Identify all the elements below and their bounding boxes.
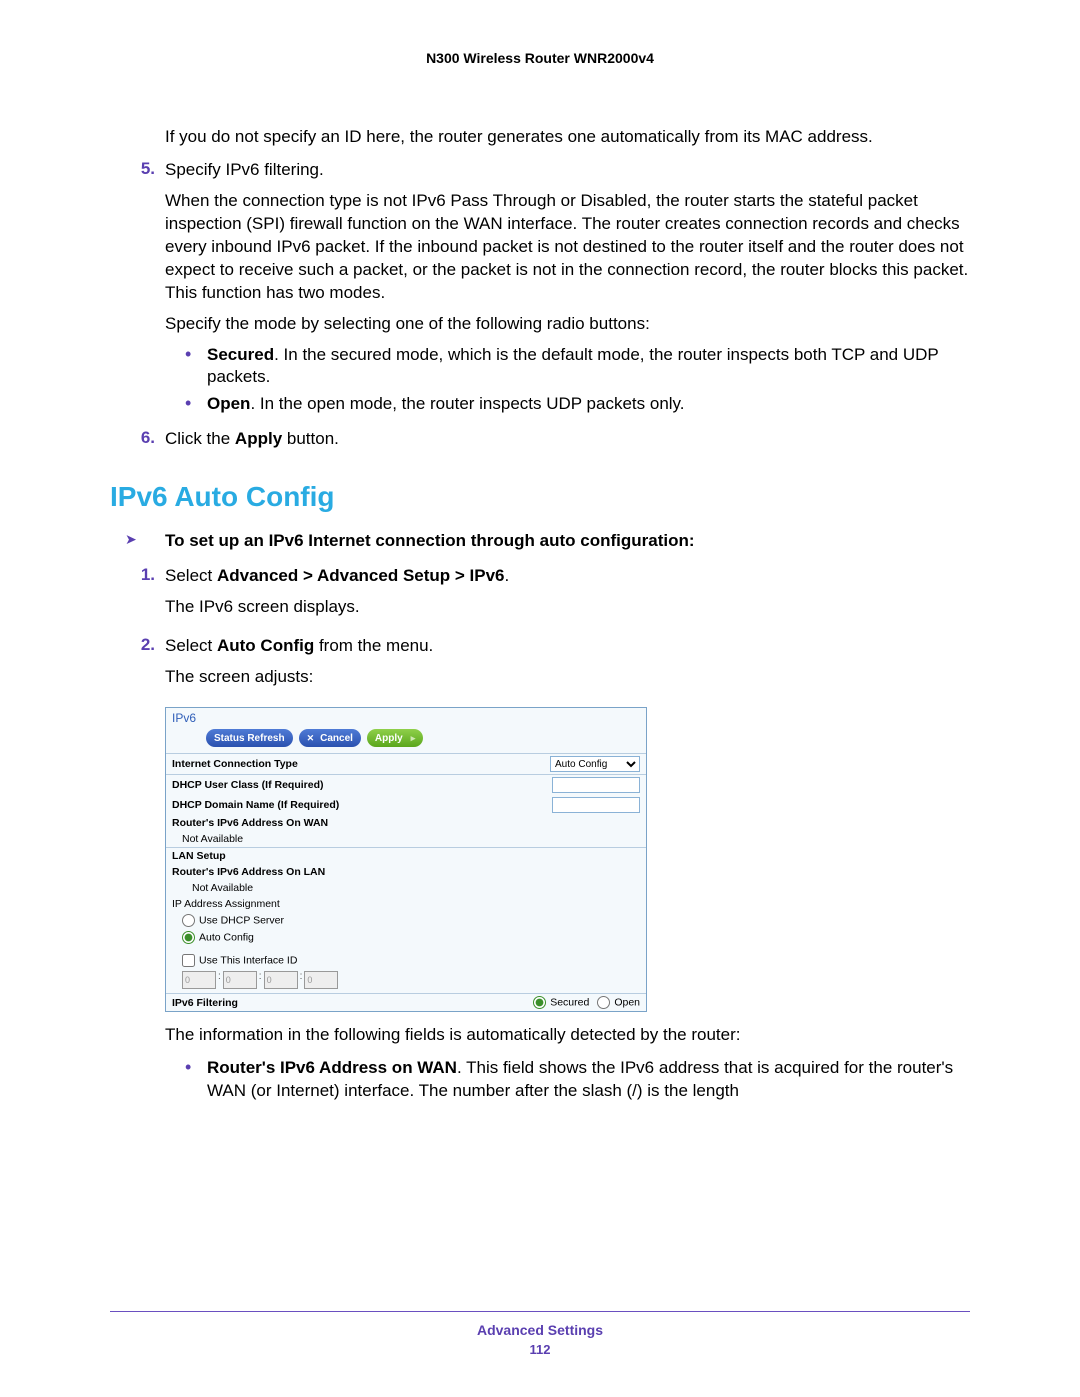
footer-section: Advanced Settings	[0, 1322, 1080, 1338]
bullet-open: • Open. In the open mode, the router ins…	[185, 393, 970, 416]
wan-addr-value: Not Available	[182, 833, 640, 845]
ict-select[interactable]: Auto Config	[550, 756, 640, 772]
bullet-secured: • Secured. In the secured mode, which is…	[185, 344, 970, 390]
ip-assign-label: IP Address Assignment	[172, 898, 640, 910]
cancel-button[interactable]: ✕Cancel	[299, 729, 361, 747]
use-iid-checkbox[interactable]	[182, 954, 195, 967]
substep-2-number: 2.	[125, 635, 165, 697]
step-6: 6. Click the Apply button.	[110, 428, 970, 451]
filter-open-option[interactable]: Open	[597, 996, 640, 1009]
chevron-right-icon: ▸	[411, 733, 416, 744]
step-5-lead: Specify IPv6 filtering.	[165, 159, 970, 182]
intro-paragraph: If you do not specify an ID here, the ro…	[165, 126, 970, 149]
wan-addr-label: Router's IPv6 Address On WAN	[172, 817, 640, 829]
dhcp-domain-input[interactable]	[552, 797, 640, 813]
dhcp-user-label: DHCP User Class (If Required)	[172, 779, 552, 791]
panel-title: IPv6	[166, 708, 646, 725]
footer-page-number: 112	[0, 1342, 1080, 1357]
doc-header-title: N300 Wireless Router WNR2000v4	[110, 50, 970, 66]
iid-2-input[interactable]	[264, 971, 298, 989]
iid-3-input[interactable]	[304, 971, 338, 989]
step-5-number: 5.	[125, 159, 165, 420]
bullet-dot-icon: •	[185, 393, 207, 416]
step-5-p1: When the connection type is not IPv6 Pas…	[165, 190, 970, 305]
substep-2: 2. Select Auto Config from the menu. The…	[110, 635, 970, 697]
step-5-p2: Specify the mode by selecting one of the…	[165, 313, 970, 336]
step-6-number: 6.	[125, 428, 165, 451]
close-icon: ✕	[307, 733, 315, 744]
lan-addr-value: Not Available	[192, 882, 640, 894]
dhcp-user-input[interactable]	[552, 777, 640, 793]
substep-1: 1. Select Advanced > Advanced Setup > IP…	[110, 565, 970, 627]
section-title-ipv6-auto-config: IPv6 Auto Config	[110, 481, 970, 513]
iid-inputs: : : :	[166, 971, 646, 989]
substep-1-number: 1.	[125, 565, 165, 627]
bullet-dot-icon: •	[185, 1057, 207, 1103]
task-heading: ➤ To set up an IPv6 Internet connection …	[110, 531, 970, 551]
task-arrow-icon: ➤	[125, 531, 165, 551]
status-refresh-button[interactable]: Status Refresh	[206, 729, 293, 747]
page-footer: Advanced Settings 112	[0, 1311, 1080, 1357]
apply-button[interactable]: Apply▸	[367, 729, 423, 747]
bullet-wan-addr: Router's IPv6 Address on WAN. This field…	[207, 1057, 970, 1103]
lan-addr-label: Router's IPv6 Address On LAN	[172, 866, 640, 878]
iid-1-input[interactable]	[223, 971, 257, 989]
bullet-dot-icon: •	[185, 344, 207, 390]
ict-label: Internet Connection Type	[172, 758, 550, 770]
iid-0-input[interactable]	[182, 971, 216, 989]
filter-secured-option[interactable]: Secured	[533, 996, 589, 1009]
ipv6-filtering-label: IPv6 Filtering	[172, 997, 533, 1009]
auto-config-radio[interactable]	[182, 931, 195, 944]
after-screenshot-text: The information in the following fields …	[165, 1024, 970, 1047]
lan-setup-label: LAN Setup	[172, 850, 640, 862]
ipv6-config-screenshot: IPv6 Status Refresh ✕Cancel Apply▸ Inter…	[165, 707, 647, 1012]
dhcp-domain-label: DHCP Domain Name (If Required)	[172, 799, 552, 811]
use-dhcp-radio[interactable]	[182, 914, 195, 927]
step-5: 5. Specify IPv6 filtering. When the conn…	[110, 159, 970, 420]
